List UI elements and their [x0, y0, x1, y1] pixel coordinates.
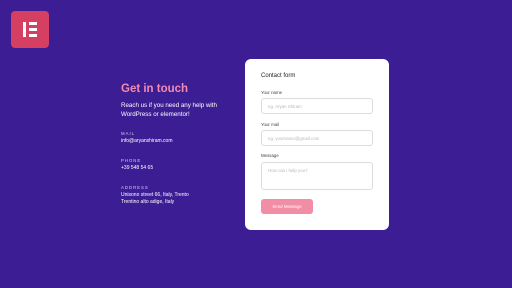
- address-info: ADDRESS Unisono street 66, Italy, Trento…: [121, 185, 189, 206]
- logo-bar-bottom: [29, 34, 37, 37]
- page-tagline: Reach us if you need any help with WordP…: [121, 102, 217, 118]
- phone-value[interactable]: +39 548 54 65: [121, 165, 153, 172]
- mail-info: MAIL info@aryanshiram.com: [121, 131, 172, 145]
- name-input[interactable]: [261, 98, 373, 114]
- send-message-button[interactable]: Send Message: [261, 199, 313, 214]
- message-textarea[interactable]: [261, 162, 373, 190]
- logo-bar-middle: [29, 28, 37, 31]
- address-line-2: Trentino alto adige, Italy: [121, 199, 175, 205]
- message-label: Message: [261, 153, 279, 158]
- form-title: Contact form: [261, 73, 296, 79]
- elementor-logo-icon: [11, 11, 49, 48]
- phone-info: PHONE +39 548 54 65: [121, 158, 153, 172]
- contact-form-card: Contact form Your name Your mail Message…: [245, 59, 389, 230]
- page-heading: Get in touch: [121, 83, 189, 95]
- contact-info: Get in touch Reach us if you need any he…: [121, 82, 241, 205]
- mail-value[interactable]: info@aryanshiram.com: [121, 138, 172, 145]
- mail-field-label: Your mail: [261, 122, 280, 127]
- email-input[interactable]: [261, 130, 373, 146]
- logo-bar-vertical: [23, 22, 26, 37]
- address-label: ADDRESS: [121, 185, 149, 190]
- address-line-1: Unisono street 66, Italy, Trento: [121, 192, 189, 198]
- name-label: Your name: [261, 90, 283, 95]
- mail-label: MAIL: [121, 131, 136, 136]
- phone-label: PHONE: [121, 158, 142, 163]
- logo-bar-top: [29, 22, 37, 25]
